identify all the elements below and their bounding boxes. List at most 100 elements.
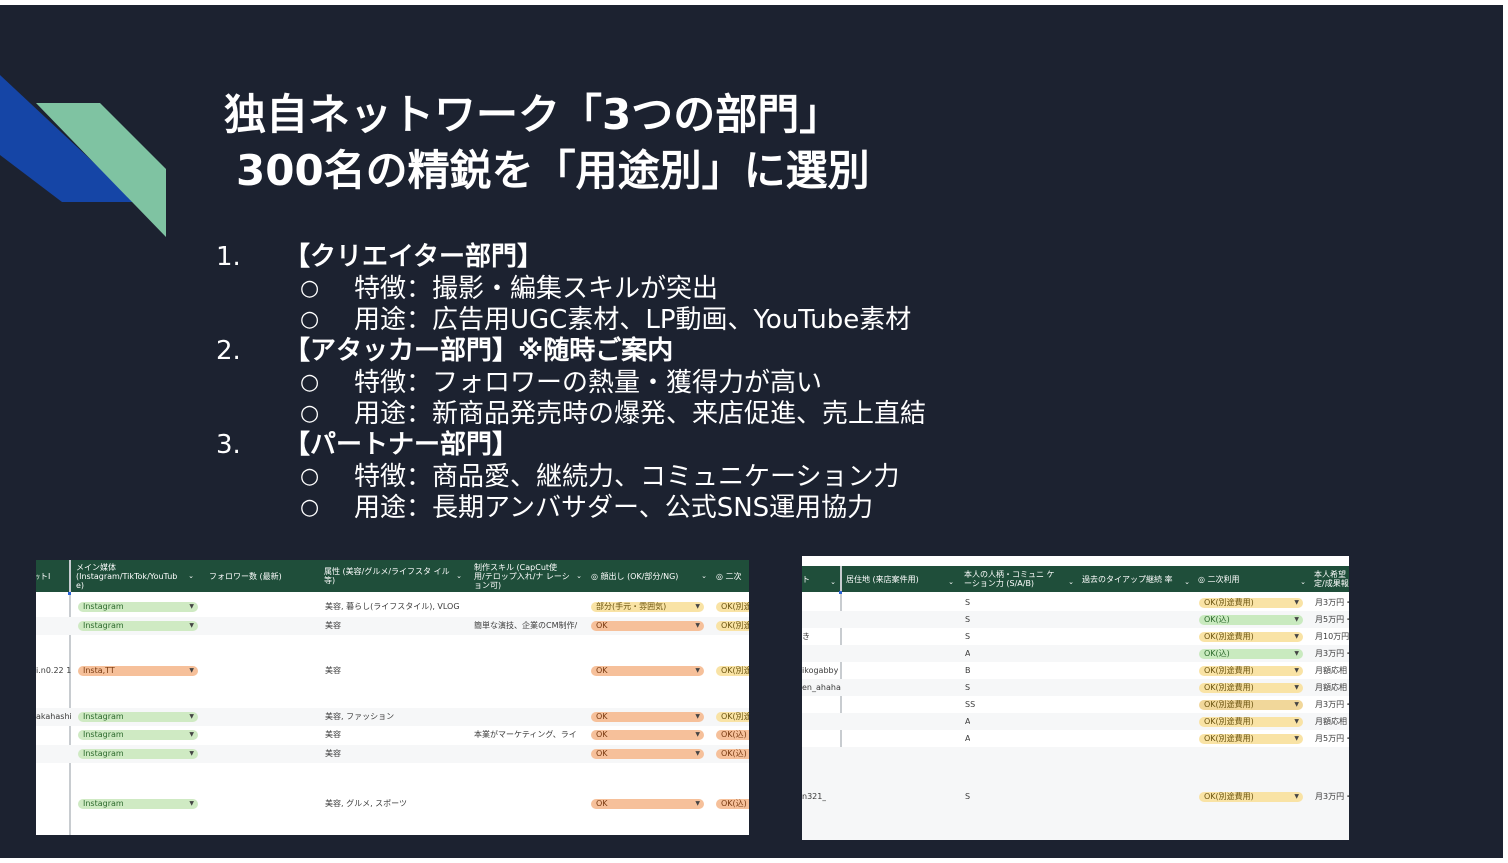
table-row[interactable]: A OK(別途費用) ▼ 月5万円・	[802, 730, 1349, 747]
table-row[interactable]: SS OK(別途費用) ▼ 月3万円・	[802, 696, 1349, 713]
chip-dropdown-icon: ▼	[1294, 616, 1299, 623]
table-row[interactable]: A OK(別途費用) ▼ 月額応相	[802, 713, 1349, 730]
media-chip[interactable]: Instagram ▼	[78, 799, 198, 809]
media-chip[interactable]: Instagram ▼	[78, 602, 198, 612]
chip-dropdown-icon: ▼	[189, 800, 194, 807]
secondary-use-chip[interactable]: OK(別途費用) ▼	[1199, 734, 1303, 744]
header-cell[interactable]: 本人希望 定/成果報	[1314, 566, 1349, 592]
dropdown-icon[interactable]: ⌄	[701, 572, 707, 581]
bullet-icon: ○	[300, 464, 320, 489]
face-chip[interactable]: OK ▼	[591, 799, 704, 809]
section-heading: 【アタッカー部門】※随時ご案内	[284, 336, 674, 366]
header-cell[interactable]: ◎ 二次	[716, 560, 749, 592]
face-chip[interactable]: OK ▼	[591, 730, 704, 740]
media-chip[interactable]: Instagram ▼	[78, 730, 198, 740]
dropdown-icon[interactable]: ⌄	[456, 572, 462, 581]
table-row[interactable]: Instagram ▼ 美容 OK ▼ OK(込)	[36, 745, 749, 763]
dropdown-icon[interactable]: ⌄	[1184, 578, 1190, 587]
face-chip[interactable]: OK ▼	[591, 712, 704, 722]
chip-dropdown-icon: ▼	[695, 750, 700, 757]
table-row[interactable]: Instagram ▼ 美容 本業がマーケティング、ライ OK ▼ OK(込)	[36, 726, 749, 745]
face-chip[interactable]: OK ▼	[591, 749, 704, 759]
chip-dropdown-icon: ▼	[1294, 701, 1299, 708]
table-row[interactable]: S OK(込) ▼ 月5万円・	[802, 611, 1349, 628]
dropdown-icon[interactable]: ⌄	[188, 572, 194, 581]
secondary-chip[interactable]: OK(別途	[716, 666, 749, 676]
title-line-1: 独自ネットワーク「3つの部門」	[224, 90, 842, 139]
chip-dropdown-icon: ▼	[1294, 599, 1299, 606]
bullet-icon: ○	[300, 370, 320, 395]
sheet-header-row: ト ⌄ 居住地 (来店案件用) ⌄ 本人の人柄・コミュニ ケーション力 (S/A/B…	[802, 566, 1349, 592]
presentation-slide: 独自ネットワーク「3つの部門」 300名の精鋭を「用途別」に選別 1. 【クリエ…	[0, 5, 1503, 858]
section-bullet: 特徴：フォロワーの熱量・獲得力が高い	[354, 368, 823, 398]
chip-dropdown-icon: ▼	[1294, 650, 1299, 657]
chip-dropdown-icon: ▼	[1294, 735, 1299, 742]
face-chip[interactable]: 部分(手元・雰囲気) ▼	[591, 602, 704, 612]
secondary-use-chip[interactable]: OK(込) ▼	[1199, 649, 1303, 659]
table-row[interactable]: Instagram ▼ 美容, グルメ, スポーツ OK ▼ OK(込)	[36, 763, 749, 835]
table-row[interactable]: き S OK(別途費用) ▼ 月10万円	[802, 628, 1349, 645]
secondary-use-chip[interactable]: OK(別途費用) ▼	[1199, 666, 1303, 676]
secondary-chip[interactable]: OK(別途	[716, 712, 749, 722]
header-cell[interactable]: フォロワー数 (最新)	[209, 560, 317, 592]
face-chip[interactable]: OK ▼	[591, 621, 704, 631]
secondary-use-chip[interactable]: OK(込) ▼	[1199, 615, 1303, 625]
secondary-chip[interactable]: OK(込)	[716, 730, 749, 740]
secondary-use-chip[interactable]: OK(別途費用) ▼	[1199, 792, 1303, 802]
media-chip[interactable]: Instagram ▼	[78, 621, 198, 631]
header-cell[interactable]: ｯトI	[36, 560, 68, 592]
chip-dropdown-icon: ▼	[189, 713, 194, 720]
header-cell[interactable]: 制作スキル (CapCut使 用/テロップ入れ/ナ レーション可) ⌄	[474, 560, 584, 592]
secondary-chip[interactable]: OK(込)	[716, 749, 749, 759]
media-chip[interactable]: Instagram ▼	[78, 749, 198, 759]
chip-dropdown-icon: ▼	[695, 731, 700, 738]
secondary-chip[interactable]: OK(別途	[716, 621, 749, 631]
secondary-chip[interactable]: OK(別途	[716, 602, 749, 612]
table-row[interactable]: i.n0.22 1 Insta,TT ▼ 美容 OK ▼ OK(別途	[36, 635, 749, 708]
table-row[interactable]: A OK(込) ▼ 月3万円・	[802, 645, 1349, 662]
section-number: 2.	[216, 336, 241, 366]
bullet-icon: ○	[300, 401, 320, 426]
header-cell[interactable]: ◎ 顔出し (OK/部分/NG) ⌄	[591, 560, 709, 592]
selection-handle[interactable]	[68, 592, 71, 595]
secondary-use-chip[interactable]: OK(別途費用) ▼	[1199, 700, 1303, 710]
secondary-chip[interactable]: OK(込)	[716, 799, 749, 809]
header-cell[interactable]: 属性 (美容/グルメ/ライフスタ イル等) ⌄	[324, 560, 464, 592]
header-cell[interactable]: ◎ 二次利用 ⌄	[1198, 566, 1308, 592]
section-heading: 【クリエイター部門】	[284, 242, 543, 272]
table-row[interactable]: ikogabby B OK(別途費用) ▼ 月額応相	[802, 662, 1349, 679]
dropdown-icon[interactable]: ⌄	[1068, 578, 1074, 587]
header-cell[interactable]: ト ⌄	[802, 566, 838, 592]
table-row[interactable]: akahashi Instagram ▼ 美容, ファッション OK ▼ OK(別途	[36, 708, 749, 726]
chip-dropdown-icon: ▼	[695, 622, 700, 629]
section-bullet: 用途：新商品発売時の爆発、来店促進、売上直結	[354, 399, 927, 429]
secondary-use-chip[interactable]: OK(別途費用) ▼	[1199, 598, 1303, 608]
bullet-icon: ○	[300, 276, 320, 301]
chip-dropdown-icon: ▼	[1294, 793, 1299, 800]
secondary-use-chip[interactable]: OK(別途費用) ▼	[1199, 632, 1303, 642]
secondary-use-chip[interactable]: OK(別途費用) ▼	[1199, 683, 1303, 693]
table-row[interactable]: n321_ S OK(別途費用) ▼ 月3万円・	[802, 747, 1349, 840]
title-line-2: 300名の精鋭を「用途別」に選別	[236, 146, 870, 195]
media-chip[interactable]: Instagram ▼	[78, 712, 198, 722]
header-cell[interactable]: 本人の人柄・コミュニ ケーション力 (S/A/B) ⌄	[964, 566, 1076, 592]
table-row[interactable]: Instagram ▼ 美容 簡単な演技、企業のCM制作/ OK ▼ OK(別途	[36, 617, 749, 635]
spreadsheet-right: ト ⌄ 居住地 (来店案件用) ⌄ 本人の人柄・コミュニ ケーション力 (S/A/B…	[802, 556, 1349, 840]
header-cell[interactable]: 過去のタイアップ継続 率 ⌄	[1082, 566, 1192, 592]
header-cell[interactable]: 居住地 (来店案件用) ⌄	[846, 566, 956, 592]
dropdown-icon[interactable]: ⌄	[948, 578, 954, 587]
media-chip[interactable]: Insta,TT ▼	[78, 666, 198, 676]
dropdown-icon[interactable]: ⌄	[576, 572, 582, 581]
dropdown-icon[interactable]: ⌄	[830, 578, 836, 587]
table-row[interactable]: Instagram ▼ 美容, 暮らし(ライフスタイル), VLOG 部分(手元・…	[36, 600, 749, 614]
chip-dropdown-icon: ▼	[695, 800, 700, 807]
table-row[interactable]: en_ahaha S OK(別途費用) ▼ 月額応相	[802, 679, 1349, 696]
dropdown-icon[interactable]: ⌄	[1300, 578, 1306, 587]
section-bullet: 用途：長期アンバサダー、公式SNS運用協力	[354, 493, 874, 523]
secondary-use-chip[interactable]: OK(別途費用) ▼	[1199, 717, 1303, 727]
decorative-stripes	[0, 75, 166, 237]
face-chip[interactable]: OK ▼	[591, 666, 704, 676]
table-row[interactable]: S OK(別途費用) ▼ 月3万円・	[802, 594, 1349, 611]
chip-dropdown-icon: ▼	[695, 603, 700, 610]
header-cell[interactable]: メイン媒体 (Instagram/TikTok/YouTub e) ⌄	[76, 560, 196, 592]
